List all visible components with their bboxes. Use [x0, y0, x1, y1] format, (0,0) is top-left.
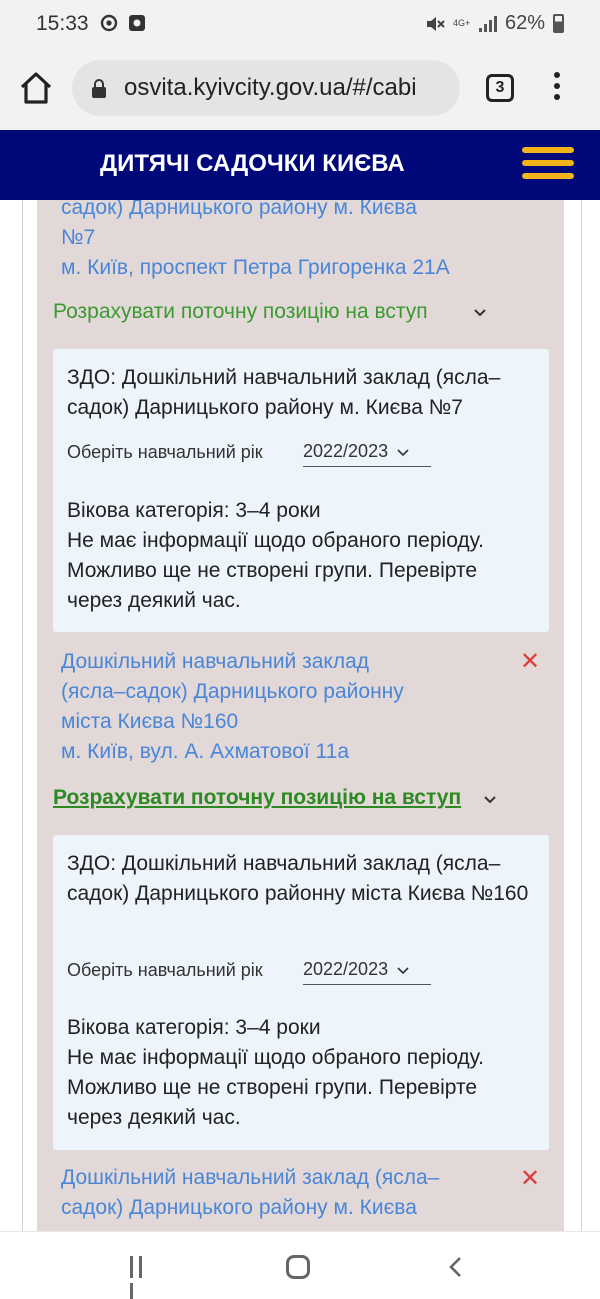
chevron-down-icon[interactable]	[474, 306, 486, 318]
kindergarten-name[interactable]: садок) Дарницького району м. Києва	[61, 200, 417, 223]
back-icon[interactable]	[446, 1256, 464, 1278]
chevron-down-icon	[397, 449, 409, 457]
year-select[interactable]: 2022/2023	[303, 441, 431, 467]
year-select[interactable]: 2022/2023	[303, 959, 431, 985]
age-category: Вікова категорія: 3–4 роки	[67, 499, 321, 522]
tab-switcher-button[interactable]: 3	[486, 74, 514, 102]
lock-icon	[92, 79, 106, 98]
remove-icon[interactable]: ✕	[520, 1164, 540, 1193]
app-header: ДИТЯЧІ САДОЧКИ КИЄВА	[0, 130, 600, 200]
more-menu-icon[interactable]	[552, 72, 562, 106]
position-card: ЗДО: Дошкільний навчальний заклад (ясла–…	[53, 835, 549, 1150]
no-info-message: Не має інформації щодо обраного періоду.…	[67, 1046, 484, 1129]
card-title: ЗДО: Дошкільний навчальний заклад (ясла–…	[67, 366, 501, 419]
chevron-down-icon	[397, 967, 409, 975]
mute-icon	[426, 16, 445, 31]
home-icon[interactable]	[18, 70, 54, 106]
kindergarten-name[interactable]: Дошкільний навчальний заклад	[61, 647, 369, 677]
network-type: 4G+	[452, 18, 471, 28]
remove-icon[interactable]: ✕	[520, 647, 540, 676]
battery-percent: 62%	[504, 12, 545, 34]
kindergarten-name[interactable]: №7	[61, 223, 95, 253]
calc-position-link[interactable]: Розрахувати поточну позицію на вступ	[53, 300, 428, 324]
kindergarten-name[interactable]: міста Києва №160	[61, 707, 238, 737]
signal-icon	[478, 15, 497, 32]
battery-icon	[553, 14, 564, 33]
kindergarten-address: м. Київ, вул. А. Ахматової 11а	[61, 740, 350, 763]
no-info-message: Не має інформації щодо обраного періоду.…	[67, 529, 484, 612]
main-content: садок) Дарницького району м. Києва №7 м.…	[0, 200, 600, 1231]
hamburger-menu-icon[interactable]	[522, 147, 574, 183]
kindergarten-name[interactable]: Дошкільний навчальний заклад (ясла–	[61, 1163, 439, 1193]
browser-toolbar: osvita.kyivcity.gov.ua/#/cabi 3	[0, 50, 600, 130]
year-label: Оберіть навчальний рік	[67, 442, 263, 462]
calc-position-link[interactable]: Розрахувати поточну позицію на вступ	[53, 786, 461, 810]
kindergarten-name[interactable]: (ясла–садок) Дарницького районну	[61, 677, 404, 707]
screen-record-icon	[129, 15, 145, 31]
address-bar[interactable]: osvita.kyivcity.gov.ua/#/cabi	[72, 60, 460, 116]
kindergarten-name[interactable]: садок) Дарницького району м. Києва	[61, 1193, 417, 1223]
system-nav-bar	[0, 1231, 600, 1299]
at-sign-icon	[100, 14, 118, 32]
chevron-down-icon[interactable]	[484, 793, 496, 805]
position-card: ЗДО: Дошкільний навчальний заклад (ясла–…	[53, 349, 549, 632]
age-category: Вікова категорія: 3–4 роки	[67, 1016, 321, 1039]
year-select-value: 2022/2023	[303, 959, 389, 979]
kindergarten-address: м. Київ, проспект Петра Григоренка 21А	[61, 256, 450, 279]
year-label: Оберіть навчальний рік	[67, 960, 263, 980]
url-text: osvita.kyivcity.gov.ua/#/cabi	[124, 74, 417, 101]
card-title: ЗДО: Дошкільний навчальний заклад (ясла–…	[67, 852, 529, 905]
recent-apps-icon[interactable]	[130, 1256, 154, 1299]
page-title: ДИТЯЧІ САДОЧКИ КИЄВА	[100, 150, 405, 177]
status-right: 4G+ 62%	[425, 12, 564, 35]
home-button-icon[interactable]	[286, 1255, 310, 1279]
year-select-value: 2022/2023	[303, 441, 389, 461]
status-time: 15:33	[36, 12, 89, 35]
status-bar: 15:33 4G+ 62%	[0, 0, 600, 50]
